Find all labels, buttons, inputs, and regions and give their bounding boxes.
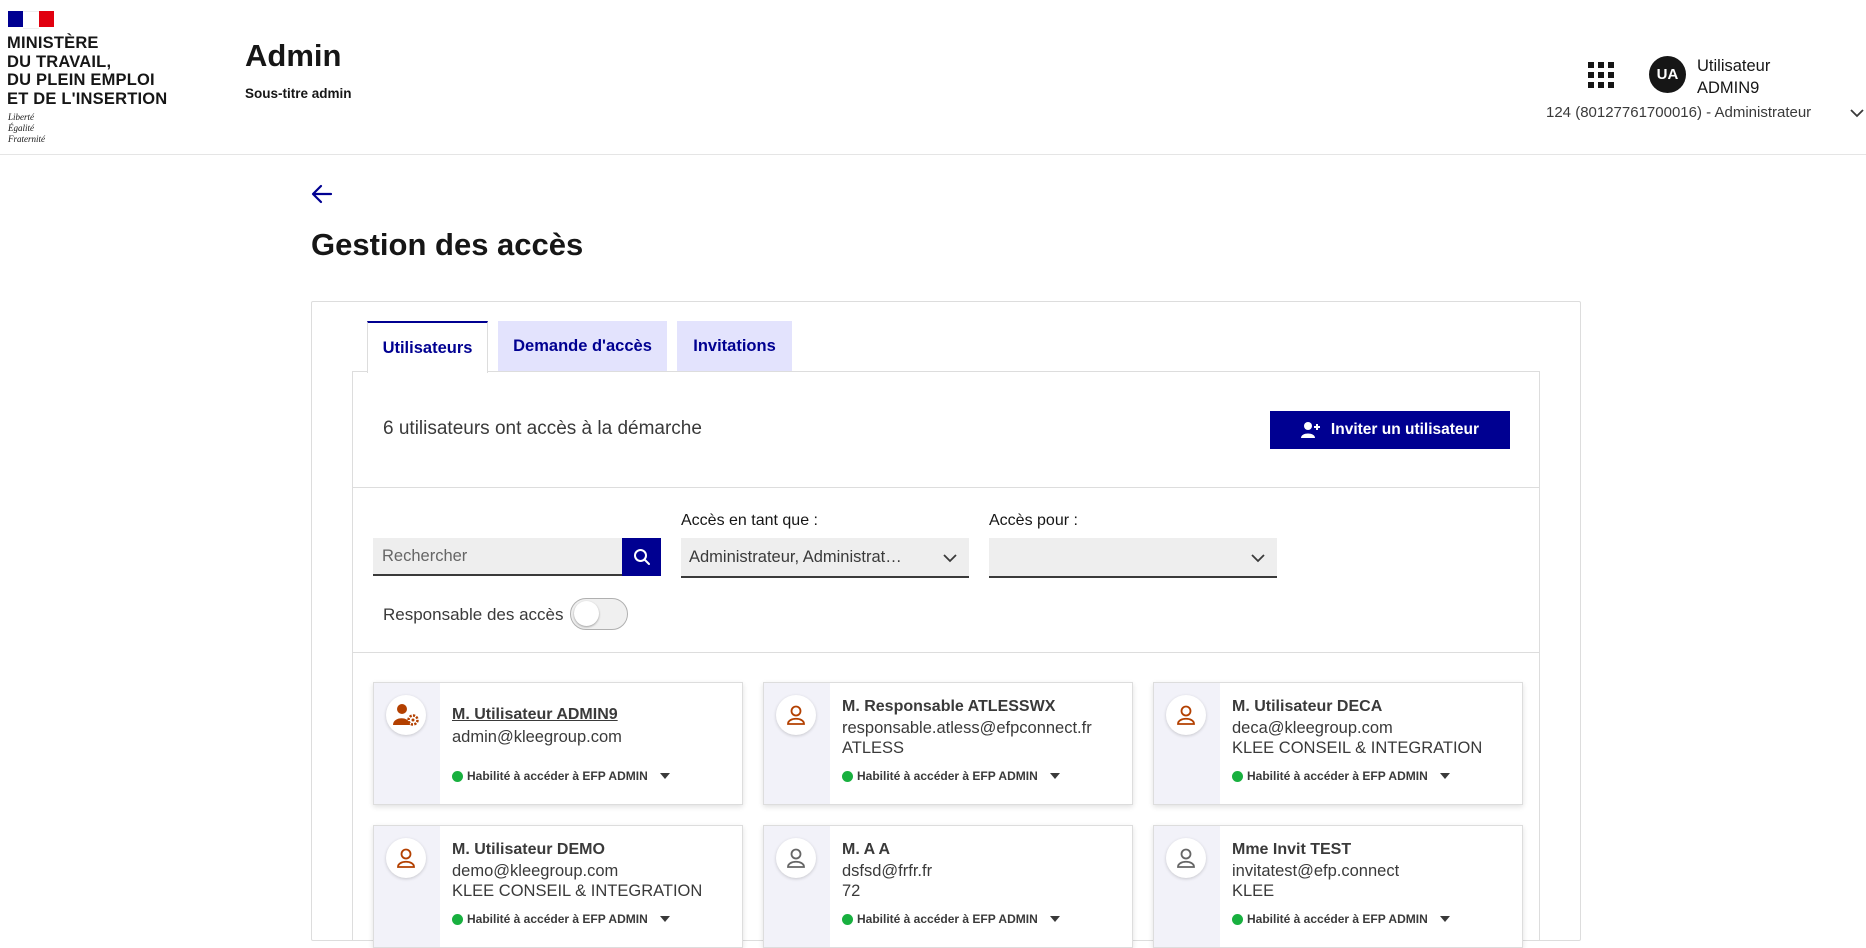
grid-icon[interactable]: [1588, 62, 1614, 88]
status-badge[interactable]: Habilité à accéder à EFP ADMIN: [452, 912, 670, 926]
invite-user-label: Inviter un utilisateur: [1330, 421, 1480, 438]
search-icon: [633, 549, 650, 565]
chevron-down-icon[interactable]: [1848, 104, 1866, 122]
user-icon: [1166, 838, 1206, 878]
chevron-down-icon[interactable]: [942, 550, 958, 566]
ministry-line: ET DE L'INSERTION: [7, 89, 168, 108]
tab-invitations[interactable]: Invitations: [677, 321, 792, 371]
user-name: M. Utilisateur DECA: [1232, 698, 1383, 715]
user-add-icon: [1300, 422, 1320, 438]
user-icon: [776, 695, 816, 735]
caret-down-icon: [1439, 773, 1450, 779]
motto-line: Égalité: [8, 123, 34, 133]
user-email: deca@kleegroup.com: [1232, 719, 1393, 737]
chevron-down-icon[interactable]: [1250, 550, 1266, 566]
user-icon: [1166, 695, 1206, 735]
access-manager-toggle-label: Responsable des accès: [383, 605, 564, 624]
user-card: M. Utilisateur DEMO demo@kleegroup.com K…: [373, 825, 743, 948]
ministry-line: DU PLEIN EMPLOI: [7, 71, 155, 89]
tab-utilisateurs[interactable]: Utilisateurs: [367, 321, 488, 373]
status-dot: [452, 913, 463, 925]
user-icon: [386, 838, 426, 878]
status-dot: [1232, 770, 1243, 782]
motto-line: Liberté: [8, 112, 34, 122]
access-as-label: Accès en tant que :: [681, 512, 818, 529]
status-badge[interactable]: Habilité à accéder à EFP ADMIN: [1232, 912, 1450, 926]
caret-down-icon: [1049, 773, 1060, 779]
user-email: demo@kleegroup.com: [452, 862, 619, 880]
user-email: dsfsd@frfr.fr: [842, 862, 933, 880]
ministry-line: DU TRAVAIL,: [7, 52, 112, 71]
user-icon: [776, 838, 816, 878]
ministry-name: MINISTÈRE DU TRAVAIL, DU PLEIN EMPLOI ET…: [7, 34, 167, 108]
caret-down-icon: [1049, 916, 1060, 922]
republic-motto: Liberté Égalité Fraternité: [8, 112, 45, 145]
user-organization: 72: [842, 882, 861, 900]
user-name: M. Responsable ATLESSWX: [842, 698, 1056, 715]
tab-demande-acces[interactable]: Demande d'accès: [498, 321, 667, 371]
status-badge[interactable]: Habilité à accéder à EFP ADMIN: [842, 769, 1060, 783]
user-name-line: Utilisateur: [1697, 57, 1771, 75]
user-name-line: ADMIN9: [1697, 79, 1760, 97]
search-button[interactable]: [622, 538, 661, 576]
status-dot: [842, 770, 853, 782]
republic-flag-logo: [8, 11, 54, 29]
divider: [352, 487, 1540, 488]
user-card: M. Utilisateur ADMIN9 admin@kleegroup.co…: [373, 682, 743, 805]
status-badge[interactable]: Habilité à accéder à EFP ADMIN: [452, 769, 670, 783]
status-badge[interactable]: Habilité à accéder à EFP ADMIN: [1232, 769, 1450, 783]
status-badge-label: Habilité à accéder à EFP ADMIN: [467, 769, 648, 783]
site-header: MINISTÈRE DU TRAVAIL, DU PLEIN EMPLOI ET…: [0, 0, 1866, 155]
toggle-knob: [574, 601, 599, 626]
caret-down-icon: [659, 773, 670, 779]
caret-down-icon: [659, 916, 670, 922]
user-organization: ATLESS: [842, 739, 905, 757]
ministry-line: MINISTÈRE: [7, 34, 99, 52]
user-name: Mme Invit TEST: [1232, 841, 1352, 858]
user-name: M. Utilisateur DEMO: [452, 841, 605, 858]
user-gear-icon: [386, 695, 426, 735]
page-title: Gestion des accès: [311, 227, 584, 262]
caret-down-icon: [1439, 916, 1450, 922]
invite-user-button[interactable]: Inviter un utilisateur: [1270, 411, 1510, 449]
status-badge[interactable]: Habilité à accéder à EFP ADMIN: [842, 912, 1060, 926]
access-for-select[interactable]: [989, 538, 1277, 578]
arrow-left-icon[interactable]: [309, 181, 335, 207]
user-email: admin@kleegroup.com: [452, 728, 622, 746]
user-organization: KLEE CONSEIL & INTEGRATION: [452, 882, 703, 900]
users-count: 6 utilisateurs ont accès à la démarche: [383, 418, 702, 439]
user-card: Mme Invit TEST invitatest@efp.connect KL…: [1153, 825, 1523, 948]
status-dot: [1232, 913, 1243, 925]
status-badge-label: Habilité à accéder à EFP ADMIN: [467, 912, 648, 926]
status-badge-label: Habilité à accéder à EFP ADMIN: [857, 912, 1038, 926]
user-card: M. Responsable ATLESSWX responsable.atle…: [763, 682, 1133, 805]
status-dot: [452, 770, 463, 782]
app-title[interactable]: Admin: [245, 38, 341, 74]
divider: [352, 652, 1540, 653]
user-card: M. Utilisateur DECA deca@kleegroup.com K…: [1153, 682, 1523, 805]
user-organization: KLEE CONSEIL & INTEGRATION: [1232, 739, 1483, 757]
status-badge-label: Habilité à accéder à EFP ADMIN: [1247, 769, 1428, 783]
app-subtitle: Sous-titre admin: [245, 86, 352, 101]
user-name: M. A A: [842, 841, 890, 858]
status-badge-label: Habilité à accéder à EFP ADMIN: [1247, 912, 1428, 926]
status-badge-label: Habilité à accéder à EFP ADMIN: [857, 769, 1038, 783]
user-card: M. A A dsfsd@frfr.fr 72 Habilité à accéd…: [763, 825, 1133, 948]
access-manager-toggle[interactable]: [570, 598, 628, 630]
user-email: responsable.atless@efpconnect.fr: [842, 719, 1092, 737]
user-email: invitatest@efp.connect: [1232, 862, 1400, 880]
user-organization: KLEE: [1232, 882, 1275, 900]
organization-selector[interactable]: 124 (80127761700016) - Administrateur: [1546, 104, 1811, 121]
motto-line: Fraternité: [8, 134, 45, 144]
user-name[interactable]: Utilisateur ADMIN9: [1697, 55, 1770, 99]
user-name-link[interactable]: M. Utilisateur ADMIN9: [452, 706, 618, 724]
avatar[interactable]: UA: [1649, 56, 1686, 93]
status-dot: [842, 913, 853, 925]
access-for-label: Accès pour :: [989, 512, 1078, 529]
search-input[interactable]: [373, 538, 622, 576]
access-as-select[interactable]: Administrateur, Administrateur: [681, 538, 969, 578]
